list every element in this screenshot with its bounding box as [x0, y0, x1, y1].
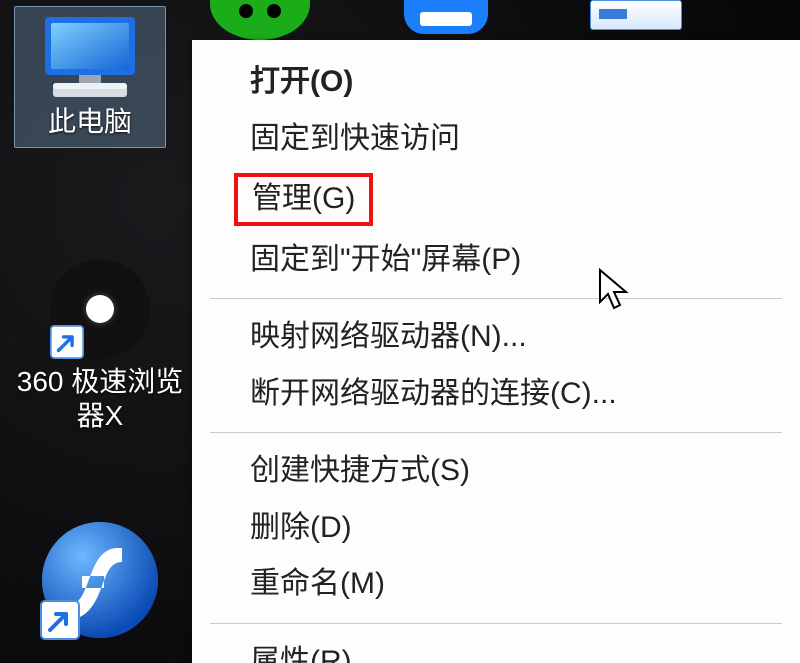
menu-separator	[210, 432, 782, 433]
computer-icon	[35, 13, 145, 103]
menu-separator	[210, 298, 782, 299]
desktop-icon-360-browser[interactable]: 360 极速浏览器X	[10, 255, 190, 432]
menu-item-map-drive[interactable]: 映射网络驱动器(N)...	[192, 309, 800, 366]
app-icon[interactable]	[404, 0, 488, 34]
menu-item-delete[interactable]: 删除(D)	[192, 500, 800, 557]
menu-item-properties[interactable]: 属性(R)	[192, 634, 800, 663]
menu-item-pin-start[interactable]: 固定到"开始"屏幕(P)	[192, 232, 800, 289]
menu-item-create-shortcut[interactable]: 创建快捷方式(S)	[192, 443, 800, 500]
shortcut-arrow-icon	[50, 325, 84, 359]
wechat-icon[interactable]	[210, 0, 310, 40]
desktop-background: 此电脑	[0, 0, 800, 663]
context-menu: 打开(O) 固定到快速访问 管理(G) 固定到"开始"屏幕(P) 映射网络驱动器…	[192, 40, 800, 663]
desktop-icon-this-pc[interactable]: 此电脑	[14, 6, 166, 148]
menu-item-manage[interactable]: 管理(G)	[234, 173, 373, 226]
desktop-icon-flash[interactable]	[30, 520, 170, 640]
menu-item-open[interactable]: 打开(O)	[192, 54, 800, 111]
shortcut-arrow-icon	[40, 600, 80, 640]
desktop-icon-label: 360 极速浏览器X	[10, 365, 190, 432]
menu-item-rename[interactable]: 重命名(M)	[192, 556, 800, 613]
menu-item-disconnect-drive[interactable]: 断开网络驱动器的连接(C)...	[192, 366, 800, 423]
desktop-icon-label: 此电脑	[48, 105, 132, 139]
menu-item-pin-quick-access[interactable]: 固定到快速访问	[192, 111, 800, 168]
app-icon[interactable]	[590, 0, 682, 30]
menu-separator	[210, 623, 782, 624]
